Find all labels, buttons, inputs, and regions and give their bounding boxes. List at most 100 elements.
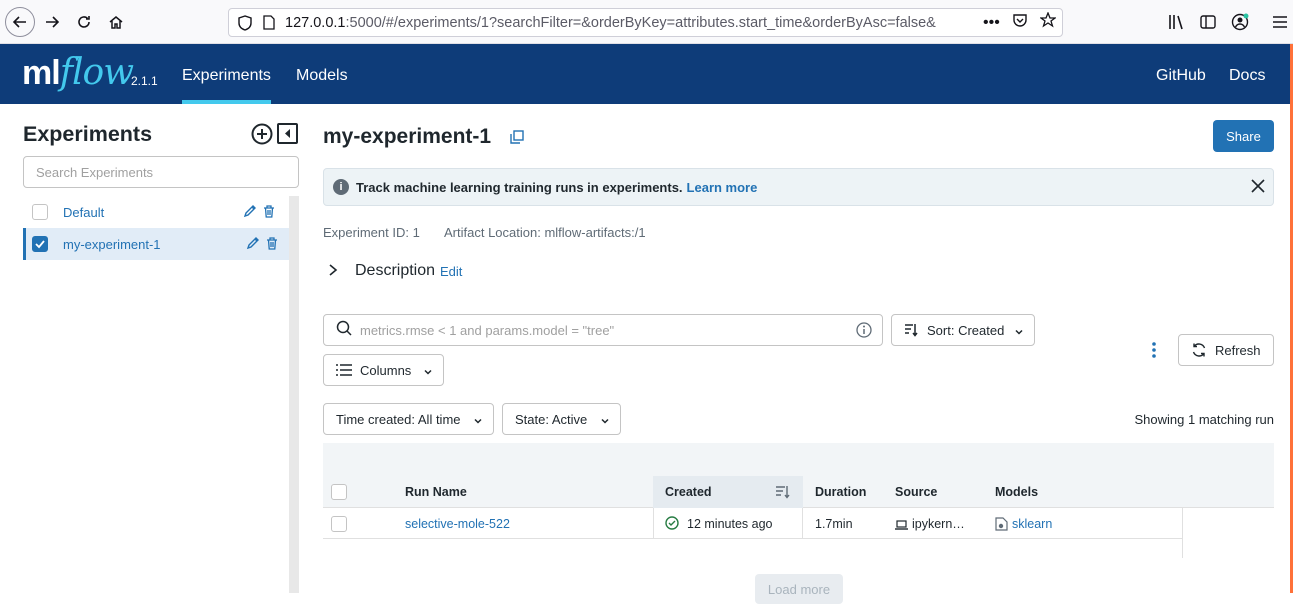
arrow-right-icon	[46, 16, 60, 28]
forward-button[interactable]	[38, 8, 66, 36]
description-toggle[interactable]: Description	[355, 262, 435, 280]
load-more-button[interactable]: Load more	[755, 574, 843, 604]
arrow-left-icon	[12, 16, 26, 28]
artifact-location: Artifact Location: mlflow-artifacts:/1	[444, 225, 646, 240]
nav-github[interactable]: GitHub	[1156, 67, 1206, 85]
column-run-name[interactable]: Run Name	[405, 485, 467, 499]
sort-descending-icon[interactable]	[775, 485, 791, 504]
chevron-right-icon[interactable]	[327, 263, 339, 282]
url-path: :5000/#/experiments/1?searchFilter=&orde…	[345, 14, 936, 31]
check-icon	[35, 240, 45, 249]
home-icon	[109, 16, 123, 29]
run-duration: 1.7min	[815, 517, 853, 531]
trash-icon[interactable]	[266, 237, 278, 255]
search-runs-placeholder: metrics.rmse < 1 and params.model = "tre…	[360, 322, 615, 338]
matching-runs-count: Showing 1 matching run	[1134, 412, 1274, 427]
nav-active-indicator	[182, 100, 271, 104]
more-options-icon[interactable]	[1150, 341, 1158, 364]
hamburger-menu-icon[interactable]	[1268, 10, 1292, 34]
run-name-link[interactable]: selective-mole-522	[405, 517, 510, 531]
info-circle-icon[interactable]	[856, 322, 872, 343]
list-icon	[336, 364, 352, 376]
logo-ml: ml	[22, 54, 61, 92]
sidebar-scrollbar[interactable]	[289, 196, 299, 593]
chevron-down-icon	[423, 365, 433, 380]
address-bar[interactable]: 127.0.0.1:5000/#/experiments/1?searchFil…	[228, 8, 1063, 37]
time-created-filter[interactable]: Time created: All time	[323, 403, 494, 435]
sort-dropdown[interactable]: Sort: Created	[891, 314, 1035, 346]
columns-dropdown[interactable]: Columns	[323, 354, 444, 386]
bookmark-star-icon[interactable]	[1038, 11, 1057, 33]
copy-icon[interactable]	[510, 130, 524, 149]
state-filter[interactable]: State: Active	[502, 403, 621, 435]
columns-label: Columns	[360, 362, 412, 378]
nav-experiments[interactable]: Experiments	[182, 67, 271, 85]
library-icon[interactable]	[1165, 10, 1189, 34]
banner-text: Track machine learning training runs in …	[356, 179, 683, 195]
row-checkbox[interactable]	[331, 516, 347, 532]
trash-icon[interactable]	[263, 205, 275, 223]
experiment-checkbox[interactable]	[32, 204, 48, 220]
pencil-icon[interactable]	[243, 204, 257, 223]
run-created: 12 minutes ago	[687, 517, 773, 531]
logo-flow: flow	[59, 52, 134, 93]
sort-icon	[904, 323, 919, 337]
reload-button[interactable]	[70, 8, 98, 36]
select-all-checkbox[interactable]	[331, 484, 347, 500]
column-duration[interactable]: Duration	[815, 485, 866, 499]
search-experiments-input[interactable]: Search Experiments	[23, 156, 299, 188]
experiment-name[interactable]: Default	[63, 205, 104, 220]
table-divider	[1182, 508, 1183, 558]
url-text[interactable]: 127.0.0.1:5000/#/experiments/1?searchFil…	[285, 15, 975, 31]
mlflow-logo[interactable]: mlflow	[22, 52, 134, 93]
experiment-name[interactable]: my-experiment-1	[63, 237, 161, 252]
column-source[interactable]: Source	[895, 485, 937, 499]
sidebar-toggle-icon[interactable]	[1196, 10, 1220, 34]
experiment-list: Default my-experiment-1	[23, 196, 289, 260]
experiment-item-default[interactable]: Default	[23, 196, 289, 228]
chevron-down-icon	[600, 414, 610, 429]
collapse-left-icon	[285, 129, 290, 138]
model-icon	[995, 517, 1008, 536]
run-model-link[interactable]: sklearn	[1012, 517, 1052, 531]
search-icon	[336, 320, 352, 341]
browser-toolbar: 127.0.0.1:5000/#/experiments/1?searchFil…	[0, 0, 1293, 44]
state-filter-label: State: Active	[515, 411, 588, 427]
search-runs-input[interactable]: metrics.rmse < 1 and params.model = "tre…	[323, 314, 883, 346]
run-source[interactable]: ipykern…	[912, 517, 965, 531]
shield-icon[interactable]	[237, 14, 253, 31]
learn-more-link[interactable]: Learn more	[687, 180, 758, 195]
share-button[interactable]: Share	[1213, 120, 1274, 152]
page-actions-menu[interactable]: •••	[983, 14, 1000, 32]
experiment-title: my-experiment-1	[323, 125, 492, 148]
back-button[interactable]	[5, 7, 35, 37]
column-models[interactable]: Models	[995, 485, 1038, 499]
close-icon[interactable]	[1251, 179, 1265, 198]
experiment-item-my-experiment-1[interactable]: my-experiment-1	[23, 228, 289, 260]
url-host: 127.0.0.1	[285, 14, 346, 31]
pencil-icon[interactable]	[246, 236, 260, 255]
table-row[interactable]: selective-mole-522 12 minutes ago 1.7min…	[323, 508, 1183, 539]
page-info-icon[interactable]	[261, 15, 277, 30]
table-group-header	[323, 443, 1274, 476]
pocket-icon[interactable]	[1012, 12, 1028, 33]
experiment-checkbox-checked[interactable]	[32, 236, 48, 252]
experiment-id: Experiment ID: 1	[323, 225, 420, 240]
home-button[interactable]	[102, 8, 130, 36]
column-created[interactable]: Created	[665, 485, 712, 499]
collapse-sidebar-button[interactable]	[277, 123, 298, 144]
refresh-icon	[1191, 342, 1207, 358]
refresh-label: Refresh	[1215, 342, 1261, 358]
add-experiment-button[interactable]	[251, 123, 273, 145]
chevron-down-icon	[473, 414, 483, 429]
account-icon[interactable]	[1228, 10, 1252, 34]
description-edit-link[interactable]: Edit	[440, 264, 462, 279]
table-header: Run Name Created Duration Source Models	[323, 476, 1274, 508]
version-label: 2.1.1	[131, 74, 158, 88]
chevron-down-icon	[1014, 325, 1024, 340]
plus-circle-icon	[251, 123, 273, 145]
refresh-button[interactable]: Refresh	[1178, 334, 1274, 366]
nav-docs[interactable]: Docs	[1229, 67, 1265, 85]
info-banner: i Track machine learning training runs i…	[323, 168, 1274, 206]
nav-models[interactable]: Models	[296, 67, 348, 85]
